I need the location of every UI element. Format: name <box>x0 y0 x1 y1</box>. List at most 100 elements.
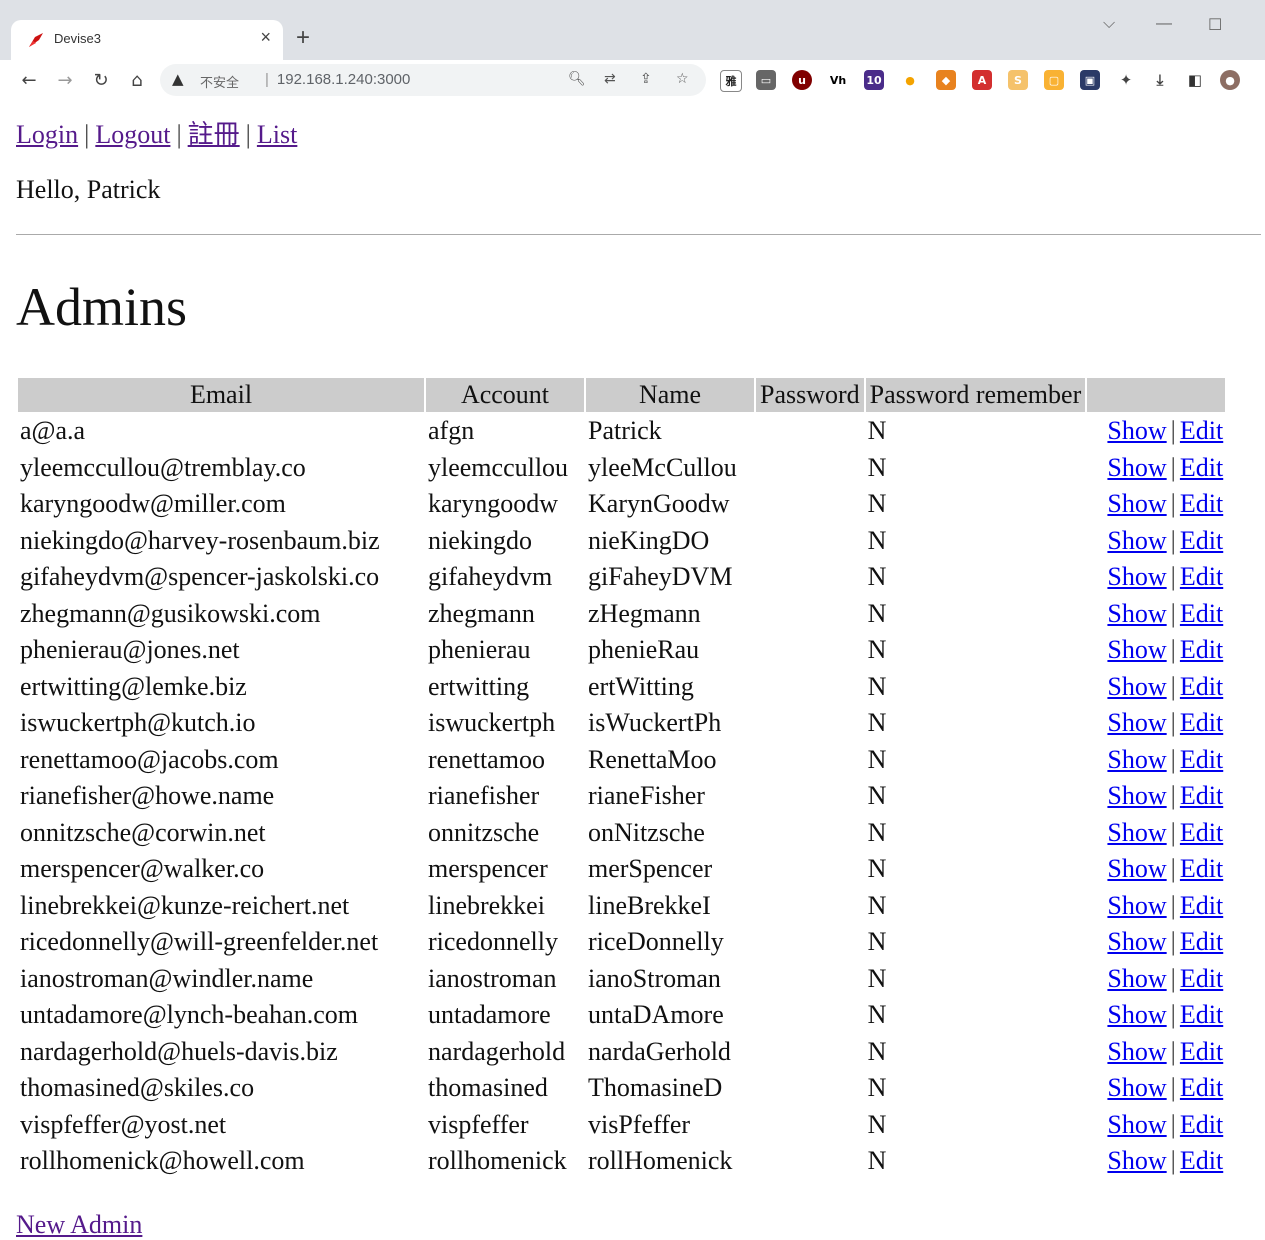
link-separator: | <box>1170 781 1176 811</box>
ya-extension-icon[interactable]: 雅 <box>720 70 742 92</box>
forward-arrow-icon[interactable]: → <box>53 68 77 92</box>
edit-link[interactable]: Edit <box>1180 1037 1223 1066</box>
edit-link[interactable]: Edit <box>1180 1000 1223 1029</box>
edit-link[interactable]: Edit <box>1180 1073 1223 1102</box>
link-separator: | <box>1170 1109 1176 1139</box>
actions-cell: Show | Edit <box>1087 670 1225 705</box>
show-link[interactable]: Show <box>1107 1037 1166 1066</box>
show-link[interactable]: Show <box>1107 781 1166 810</box>
edit-link[interactable]: Edit <box>1180 416 1223 445</box>
maximize-icon[interactable]: ☐ <box>1208 15 1222 35</box>
side-panel-icon[interactable]: ◧ <box>1185 70 1205 90</box>
ublock-shield-icon[interactable]: u <box>792 70 812 90</box>
edit-link[interactable]: Edit <box>1180 672 1223 701</box>
new-admin-link[interactable]: New Admin <box>16 1210 142 1240</box>
film-extension-icon[interactable]: ▣ <box>1080 70 1100 90</box>
register-link[interactable]: 註冊 <box>188 120 240 149</box>
column-header-password-remember: Password remember <box>865 378 1086 412</box>
password-cell <box>756 451 864 486</box>
show-link[interactable]: Show <box>1107 818 1166 847</box>
actions-cell: Show | Edit <box>1087 1035 1225 1070</box>
show-link[interactable]: Show <box>1107 927 1166 956</box>
password-cell <box>756 1071 864 1106</box>
folder-extension-icon[interactable]: ▢ <box>1044 70 1064 90</box>
home-icon[interactable]: ⌂ <box>125 68 149 92</box>
edit-link[interactable]: Edit <box>1180 854 1223 883</box>
show-link[interactable]: Show <box>1107 1146 1166 1175</box>
show-link[interactable]: Show <box>1107 745 1166 774</box>
edit-link[interactable]: Edit <box>1180 526 1223 555</box>
bookmark-star-icon[interactable]: ☆ <box>676 71 689 87</box>
login-link[interactable]: Login <box>16 120 78 149</box>
edit-link[interactable]: Edit <box>1180 708 1223 737</box>
edit-link[interactable]: Edit <box>1180 1110 1223 1139</box>
warning-triangle-icon[interactable]: ▲ <box>172 70 184 88</box>
vh-extension-icon[interactable]: Vh <box>828 70 848 90</box>
password-remember-cell: N <box>867 489 887 519</box>
translate-icon[interactable]: ⇄ <box>604 71 616 87</box>
smart-extension-icon[interactable]: S <box>1008 70 1028 90</box>
show-link[interactable]: Show <box>1107 1110 1166 1139</box>
edit-link[interactable]: Edit <box>1180 562 1223 591</box>
divider <box>16 234 1261 235</box>
edit-link[interactable]: Edit <box>1180 1146 1223 1175</box>
reload-icon[interactable]: ↻ <box>89 68 113 92</box>
edit-link[interactable]: Edit <box>1180 927 1223 956</box>
edit-link[interactable]: Edit <box>1180 891 1223 920</box>
account-cell: afgn <box>428 416 475 446</box>
download-icon[interactable]: ⤓ <box>1150 70 1170 90</box>
show-link[interactable]: Show <box>1107 635 1166 664</box>
tab-search-chevron-icon[interactable]: ⌵ <box>1103 15 1115 33</box>
puzzle-extensions-icon[interactable]: ✦ <box>1116 70 1136 90</box>
show-link[interactable]: Show <box>1107 453 1166 482</box>
search-icon[interactable]: 🔍︎ <box>568 71 586 87</box>
show-link[interactable]: Show <box>1107 562 1166 591</box>
password-remember-cell: N <box>867 635 887 665</box>
graduation-cap-extension-icon[interactable]: 10 <box>864 70 884 90</box>
name-cell: riceDonnelly <box>588 927 724 957</box>
metamask-fox-icon[interactable]: ◆ <box>936 70 956 90</box>
profile-avatar[interactable]: ● <box>1220 70 1240 90</box>
show-link[interactable]: Show <box>1107 416 1166 445</box>
show-link[interactable]: Show <box>1107 1073 1166 1102</box>
show-link[interactable]: Show <box>1107 1000 1166 1029</box>
show-link[interactable]: Show <box>1107 854 1166 883</box>
account-cell: merspencer <box>428 854 548 884</box>
actions-cell: Show | Edit <box>1087 487 1225 522</box>
list-link[interactable]: List <box>257 120 297 149</box>
edit-link[interactable]: Edit <box>1180 818 1223 847</box>
dots-extension-icon[interactable]: ● <box>900 70 920 90</box>
edit-link[interactable]: Edit <box>1180 781 1223 810</box>
minimize-icon[interactable]: — <box>1156 15 1172 33</box>
close-tab-icon[interactable]: × <box>260 27 271 48</box>
edit-link[interactable]: Edit <box>1180 635 1223 664</box>
share-icon[interactable]: ⇪ <box>640 71 652 87</box>
admins-table: Email Account Name Password Password rem… <box>16 376 1227 1181</box>
chat-extension-icon[interactable]: ▭ <box>756 70 776 90</box>
show-link[interactable]: Show <box>1107 599 1166 628</box>
edit-link[interactable]: Edit <box>1180 453 1223 482</box>
pdf-extension-icon[interactable]: A <box>972 70 992 90</box>
account-cell: zhegmann <box>428 598 535 628</box>
table-row: niekingdo@harvey-rosenbaum.biz niekingdo n… <box>18 524 1225 559</box>
url-text[interactable]: 192.168.1.240:3000 <box>277 71 410 88</box>
edit-link[interactable]: Edit <box>1180 489 1223 518</box>
edit-link[interactable]: Edit <box>1180 599 1223 628</box>
new-tab-button[interactable]: + <box>296 26 310 50</box>
account-cell: ianostroman <box>428 963 557 993</box>
show-link[interactable]: Show <box>1107 489 1166 518</box>
account-cell: thomasined <box>428 1073 548 1103</box>
show-link[interactable]: Show <box>1107 891 1166 920</box>
back-arrow-icon[interactable]: ← <box>17 68 41 92</box>
show-link[interactable]: Show <box>1107 708 1166 737</box>
address-bar[interactable]: ▲ 不安全 | 192.168.1.240:3000 🔍︎ ⇄ ⇪ ☆ <box>160 64 706 96</box>
browser-tab[interactable]: Devise3 × <box>11 20 283 60</box>
edit-link[interactable]: Edit <box>1180 964 1223 993</box>
show-link[interactable]: Show <box>1107 672 1166 701</box>
email-cell: niekingdo@harvey-rosenbaum.biz <box>20 525 380 555</box>
show-link[interactable]: Show <box>1107 964 1166 993</box>
insecure-label: 不安全 <box>200 76 240 91</box>
logout-link[interactable]: Logout <box>95 120 170 149</box>
edit-link[interactable]: Edit <box>1180 745 1223 774</box>
show-link[interactable]: Show <box>1107 526 1166 555</box>
